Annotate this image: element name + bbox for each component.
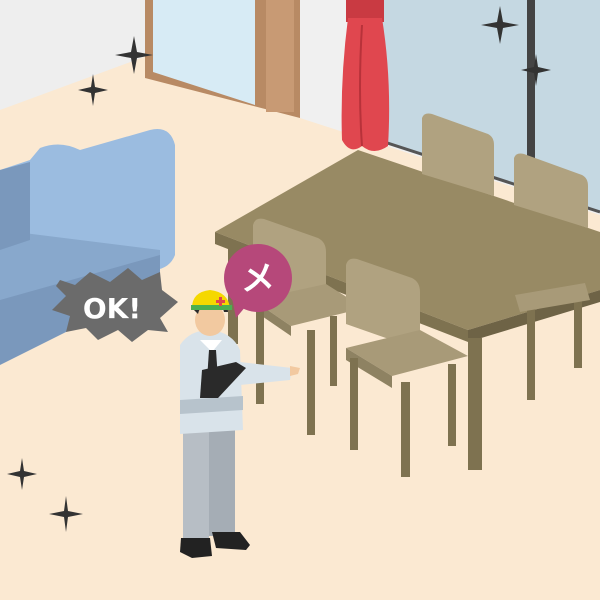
room-illustration: OK! メ xyxy=(0,0,600,600)
curtain xyxy=(341,0,390,151)
ok-bubble-label: OK! xyxy=(83,292,141,325)
ng-x-icon: メ xyxy=(241,259,275,299)
